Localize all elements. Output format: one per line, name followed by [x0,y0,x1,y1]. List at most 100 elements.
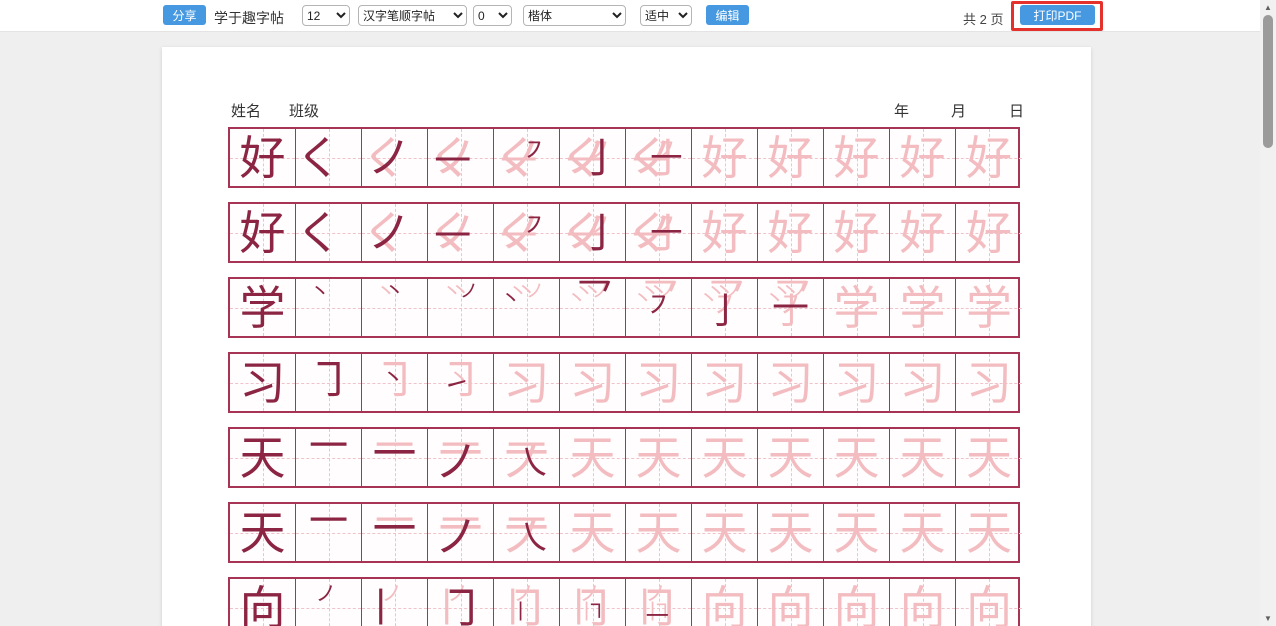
stroke-glyph-dark: ㇆ [308,360,352,404]
scroll-down-icon[interactable]: ▼ [1260,611,1276,626]
grid-cell: 天 [560,429,626,486]
grid-cell: 习 [560,354,626,411]
stroke-glyph-light: 天 [702,510,748,556]
grid-cell: 天 [890,504,956,561]
stroke-glyph-dark: ノ [367,137,411,181]
grid-cell: くノ一㇇亅一 [626,204,692,261]
grid-cell: 向 [824,579,890,626]
grid-cell: 好 [758,204,824,261]
stroke-glyph-dark: 一 [309,429,348,467]
grid-cell: 习 [494,354,560,411]
grid-cell: 天 [230,429,296,486]
stroke-glyph-dark: 丶 [382,368,405,391]
practice-row: 好くくノくノ一くノ一㇇くノ一㇇亅くノ一㇇亅一好好好好好 [228,127,1020,188]
size-select[interactable]: 12 [302,5,350,26]
grid-cell: 一一ノ [428,429,494,486]
stroke-glyph-light: 习 [834,360,880,406]
density-select[interactable]: 适中 [640,5,692,26]
scroll-up-icon[interactable]: ▲ [1260,0,1276,15]
grid-cell: 好 [890,129,956,186]
print-pdf-button[interactable]: 打印PDF [1020,5,1095,25]
stroke-glyph-light: 好 [966,135,1012,181]
stroke-glyph-dark: 好 [240,135,286,181]
stroke-glyph-light: 习 [570,360,616,406]
stroke-glyph-light: 天 [636,510,682,556]
grid-cell: 学 [890,279,956,336]
grid-cell: 好 [230,129,296,186]
stroke-glyph-dark: 习 [240,360,286,406]
stroke-glyph-light: 好 [702,210,748,256]
grid-cell: 一一 [362,429,428,486]
grid-cell: 好 [692,204,758,261]
stroke-glyph-dark: く [296,210,342,256]
stroke-glyph-dark: ノ [460,283,478,301]
stroke-glyph-light: 天 [966,510,1012,556]
stroke-glyph-light: 天 [768,510,814,556]
scrollbar-thumb[interactable] [1263,15,1273,148]
grid-cell: 天 [890,429,956,486]
stroke-glyph-dark: 丶 [501,289,522,310]
grid-cell: 习 [626,354,692,411]
stroke-glyph-dark: 乛 [576,280,613,317]
toolbar: 分享 学于趣字帖 12 汉字笔顺字帖 0 楷体 适中 编辑 共 2 页 打印PD… [0,0,1276,32]
grid-cell: 丶丶ノ [428,279,494,336]
year-label: 年 [894,100,909,121]
grid-cell: 一一 [362,504,428,561]
grid-cell: 一一ノ [428,504,494,561]
stroke-glyph-dark: 天 [240,435,286,481]
stroke-glyph-light: 好 [834,210,880,256]
number-select[interactable]: 0 [473,5,512,26]
vertical-scrollbar[interactable]: ▲ ▼ [1260,0,1276,626]
stroke-glyph-dark: ㇕ [585,602,606,623]
share-button[interactable]: 分享 [163,5,206,25]
class-label: 班级 [289,100,319,121]
stroke-glyph-dark: ㇆ [439,585,485,626]
stroke-glyph-dark: 学 [240,285,286,331]
grid-cell: くノ一 [428,204,494,261]
grid-cell: 向 [230,579,296,626]
stroke-glyph-dark: 亅 [707,294,744,331]
stroke-glyph-light: 学 [834,285,880,331]
grid-cell: 学 [956,279,1022,336]
stroke-glyph-dark: ㇇ [522,138,547,163]
stroke-glyph-dark: 一 [650,216,682,248]
grid-cell: 丶丶 [362,279,428,336]
stroke-glyph-light: 向 [834,585,880,626]
stroke-glyph-dark: 一 [373,508,417,552]
grid-cell: 一一ノ㇏ [494,504,560,561]
stroke-glyph-light: 学 [900,285,946,331]
practice-row: 天一一一一一ノ一一ノ㇏天天天天天天天 [228,502,1020,563]
grid-cell: ノ丨 [362,579,428,626]
site-title: 学于趣字帖 [214,8,284,28]
stroke-glyph-dark: 天 [240,510,286,556]
grid-cell: 向 [956,579,1022,626]
grid-cell: 习 [890,354,956,411]
font-select[interactable]: 楷体 [523,5,626,26]
stroke-glyph-dark: 丨 [510,602,531,623]
worksheet-page: 姓名 班级 年 月 日 好くくノくノ一くノ一㇇くノ一㇇亅くノ一㇇亅一好好好好好好… [162,47,1091,626]
grid-cell: ノ丨㇆丨 [494,579,560,626]
grid-cell: 丶丶ノ丶乛㇇亅 [692,279,758,336]
stroke-glyph-light: 向 [702,585,748,626]
day-label: 日 [1009,100,1024,121]
edit-button[interactable]: 编辑 [706,5,749,25]
template-select[interactable]: 汉字笔顺字帖 [358,5,467,26]
stroke-glyph-dark: 亅 [581,138,622,179]
grid-cell: 天 [626,504,692,561]
stroke-glyph-dark: 亅 [581,213,622,254]
grid-cell: 丶丶ノ丶乛㇇亅一 [758,279,824,336]
grid-cell: 丶 [296,279,362,336]
app-root: 分享 学于趣字帖 12 汉字笔顺字帖 0 楷体 适中 编辑 共 2 页 打印PD… [0,0,1276,626]
practice-row: 好くくノくノ一くノ一㇇くノ一㇇亅くノ一㇇亅一好好好好好 [228,202,1020,263]
stroke-glyph-light: 天 [570,510,616,556]
stroke-glyph-dark: ノ [316,583,337,604]
grid-cell: 天 [560,504,626,561]
grid-cell: 习 [956,354,1022,411]
stroke-glyph-light: 天 [636,435,682,481]
stroke-glyph-dark: 一 [772,290,809,327]
stroke-glyph-light: 向 [966,585,1012,626]
stroke-glyph-light: 向 [900,585,946,626]
stroke-glyph-light: 天 [900,435,946,481]
grid-cell: 向 [758,579,824,626]
stroke-glyph-light: 习 [900,360,946,406]
